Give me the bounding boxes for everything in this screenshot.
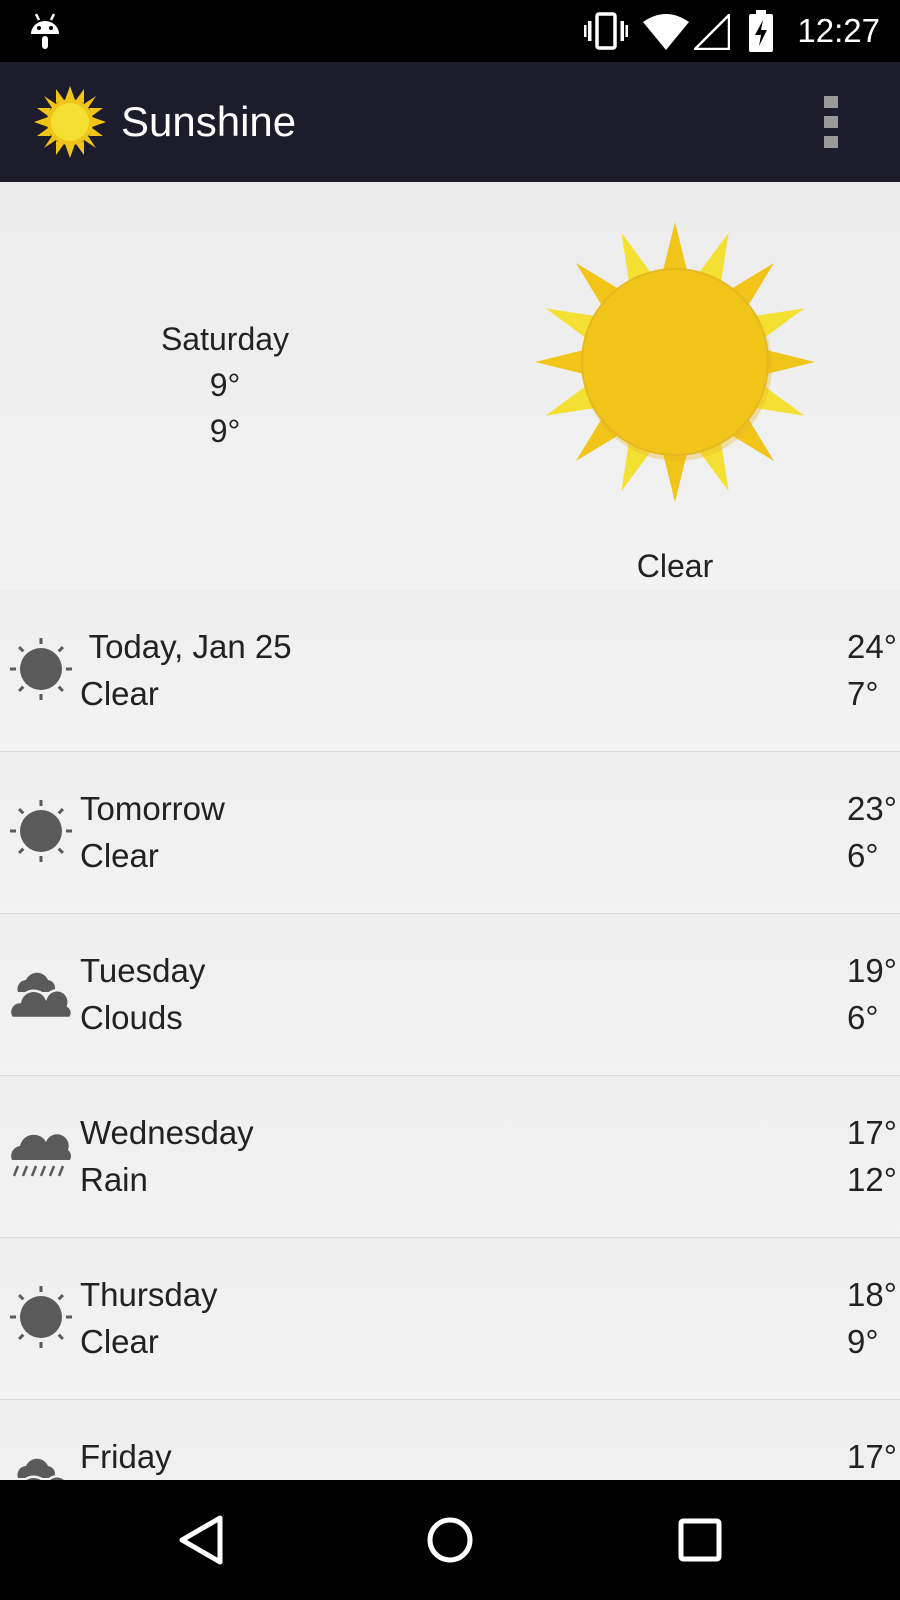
forecast-list[interactable]: Today, Jan 25 Clear 24° 7° Tomorrow Clea… bbox=[0, 590, 900, 1480]
home-icon[interactable] bbox=[420, 1510, 480, 1570]
overflow-menu-button[interactable] bbox=[812, 92, 852, 152]
forecast-high: 24° bbox=[847, 628, 897, 665]
clouds-icon bbox=[8, 1446, 74, 1480]
forecast-high: 17° bbox=[847, 1114, 897, 1151]
forecast-day: Tuesday bbox=[80, 952, 206, 989]
overflow-dot bbox=[824, 136, 838, 148]
large-sun-icon bbox=[535, 222, 815, 502]
forecast-low: 12° bbox=[847, 1161, 897, 1198]
forecast-day: Thursday bbox=[80, 1276, 218, 1313]
app-bar: Sunshine bbox=[0, 62, 900, 182]
forecast-row[interactable]: Wednesday Rain 17° 12° bbox=[0, 1076, 900, 1238]
wifi-icon bbox=[643, 14, 689, 50]
clear-icon bbox=[8, 636, 74, 702]
forecast-high: 23° bbox=[847, 790, 897, 827]
app-title: Sunshine bbox=[121, 98, 297, 145]
forecast-condition: Rain bbox=[80, 1161, 148, 1198]
forecast-low: 6° bbox=[847, 837, 879, 874]
forecast-row[interactable]: Today, Jan 25 Clear 24° 7° bbox=[0, 590, 900, 752]
forecast-day: Wednesday bbox=[80, 1114, 254, 1151]
forecast-row[interactable]: Friday 17° bbox=[0, 1400, 900, 1480]
forecast-condition: Clear bbox=[80, 837, 159, 874]
signal-icon bbox=[694, 14, 730, 50]
forecast-high: 19° bbox=[847, 952, 897, 989]
overflow-dot bbox=[824, 96, 838, 108]
forecast-low: 7° bbox=[847, 675, 879, 712]
today-high: 9° bbox=[209, 367, 241, 403]
today-detail-card[interactable]: Saturday 9° 9° Clear bbox=[0, 182, 900, 591]
navigation-bar bbox=[0, 1480, 900, 1600]
android-debug-icon bbox=[31, 13, 59, 49]
battery-charging-icon bbox=[749, 10, 773, 52]
forecast-day: Friday bbox=[80, 1438, 172, 1475]
forecast-day: Today, Jan 25 bbox=[80, 628, 292, 665]
today-detail-text: Saturday 9° 9° bbox=[100, 316, 350, 454]
rain-icon bbox=[8, 1122, 74, 1188]
status-bar: 12:27 bbox=[0, 0, 900, 62]
clear-icon bbox=[8, 798, 74, 864]
today-condition: Clear bbox=[636, 548, 714, 584]
clouds-icon bbox=[8, 960, 74, 1026]
overflow-dot bbox=[824, 116, 838, 128]
status-clock: 12:27 bbox=[797, 12, 880, 49]
forecast-row[interactable]: Tuesday Clouds 19° 6° bbox=[0, 914, 900, 1076]
forecast-row[interactable]: Thursday Clear 18° 9° bbox=[0, 1238, 900, 1400]
forecast-high: 17° bbox=[847, 1438, 897, 1475]
back-icon[interactable] bbox=[172, 1510, 232, 1570]
recents-icon[interactable] bbox=[670, 1510, 730, 1570]
forecast-low: 9° bbox=[847, 1323, 879, 1360]
clear-icon bbox=[8, 1284, 74, 1350]
forecast-condition: Clouds bbox=[80, 999, 183, 1036]
sun-icon bbox=[34, 86, 106, 158]
forecast-day: Tomorrow bbox=[80, 790, 225, 827]
forecast-row[interactable]: Tomorrow Clear 23° 6° bbox=[0, 752, 900, 914]
today-day: Saturday bbox=[160, 321, 290, 357]
forecast-condition: Clear bbox=[80, 1323, 159, 1360]
forecast-condition: Clear bbox=[80, 675, 159, 712]
forecast-high: 18° bbox=[847, 1276, 897, 1313]
today-low: 9° bbox=[209, 413, 241, 449]
vibrate-icon bbox=[584, 12, 628, 50]
forecast-low: 6° bbox=[847, 999, 879, 1036]
